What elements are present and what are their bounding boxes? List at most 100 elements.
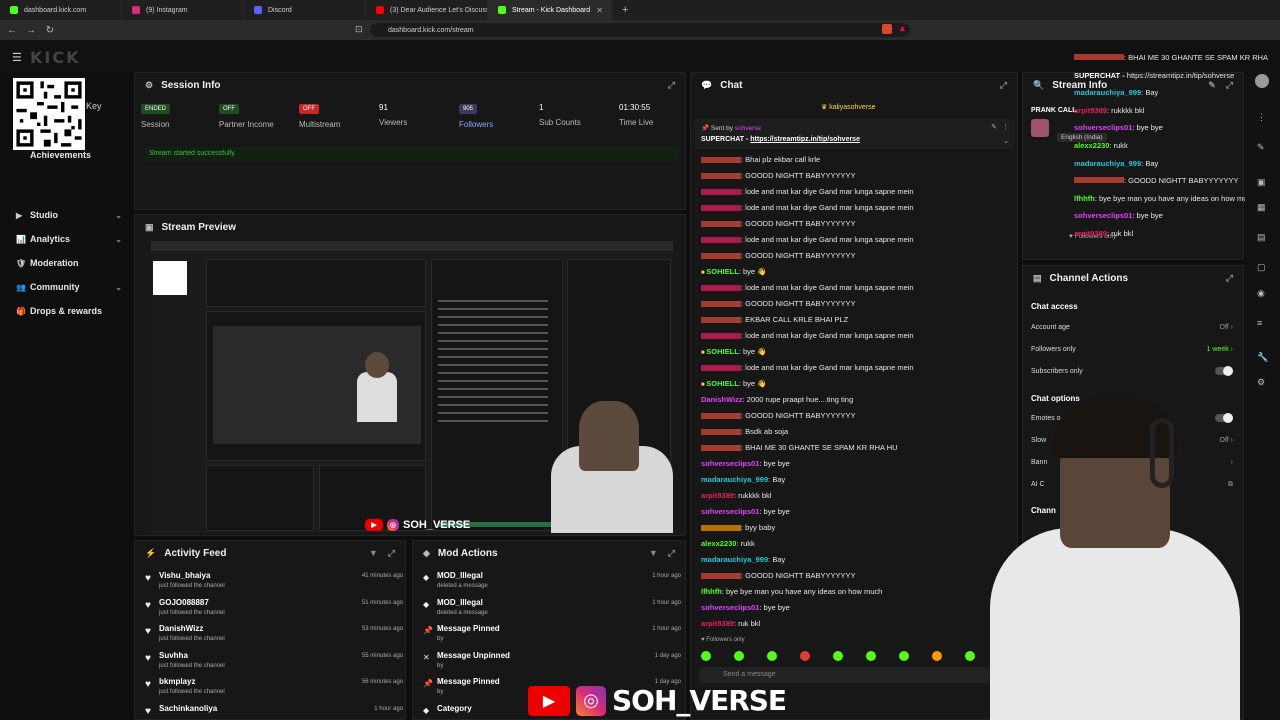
chat-message[interactable]: arpit9389: rukkkk bkl [701,491,771,500]
chat-message[interactable]: alexx2230: rukk [701,539,755,548]
sidebar-item-achievements[interactable]: Achievements [30,150,136,160]
address-bar[interactable]: dashboard.kick.com/stream [370,23,910,37]
chat-username[interactable] [701,221,741,228]
chat-username[interactable]: SOHIELL [706,379,739,388]
followers-only-row[interactable]: Followers only 1 week › [1031,346,1233,353]
chat-username[interactable] [701,173,741,180]
chat-input[interactable]: Send a message [699,667,1011,683]
feed-user[interactable]: Vishu_bhaiya [159,571,210,580]
chat-message[interactable]: : GOODD NIGHTT BABYYYYYYY [701,251,855,260]
superchat-link[interactable]: https://streamtipz.in/tip/sohverse [750,136,860,143]
expand-icon[interactable]: ⤢ [1226,273,1233,284]
emote-icon[interactable] [866,651,876,661]
more-icon[interactable]: ⋮ [1002,123,1009,131]
chat-message[interactable]: : lode and mat kar diye Gand mar lunga s… [701,203,914,212]
feed-user[interactable]: GOJO088887 [159,598,209,607]
chat-message[interactable]: sohverseclips01: bye bye [701,507,790,516]
chat-username[interactable] [701,573,741,580]
sidebar-item-studio[interactable]: ▶ Studio ⌄ [16,210,122,220]
chat-message[interactable]: madarauchiya_999: Bay [701,475,785,484]
chat-message[interactable]: lfhhfh: bye bye man you have any ideas o… [701,587,882,596]
filter-icon[interactable]: ▼ [649,548,658,559]
chat-username[interactable]: arpit9389 [701,491,734,500]
chat-username[interactable] [701,333,741,340]
chat-message[interactable]: madarauchiya_999: Bay [701,555,785,564]
chat-message[interactable]: : lode and mat kar diye Gand mar lunga s… [701,331,914,340]
panel-icon[interactable]: ▣ [1257,177,1266,188]
more-icon[interactable]: ⋮ [1257,112,1266,123]
emote-icon[interactable] [932,651,942,661]
chat-username[interactable]: SOHIELL [706,267,739,276]
chevron-down-icon[interactable]: ⌄ [1003,137,1009,145]
chat-username[interactable] [701,301,741,308]
browser-tab[interactable]: Discord [244,0,366,20]
kick-logo[interactable]: KICK [30,48,81,67]
feed-user[interactable]: Sachinkanoliya [159,704,217,713]
feed-user[interactable]: DanishWizz [159,624,203,633]
forward-icon[interactable]: → [24,25,38,36]
back-icon[interactable]: ← [5,25,19,36]
edit-icon[interactable]: ✎ [1208,80,1216,91]
chat-message[interactable]: sohverseclips01: bye bye [701,459,790,468]
chat-message[interactable]: : BHAI ME 30 GHANTE SE SPAM KR RHA HU [701,443,898,452]
chat-message[interactable]: : lode and mat kar diye Gand mar lunga s… [701,283,914,292]
chat-message[interactable]: : Bhai plz ekbar call krle [701,155,820,164]
chat-username[interactable]: lfhhfh [701,587,722,596]
window-icon[interactable]: ▢ [1257,262,1266,273]
sidebar-item-moderation[interactable]: 🛡 Moderation [16,258,122,268]
chat-username[interactable] [701,189,741,196]
chat-username[interactable]: madarauchiya_999 [701,555,768,564]
chat-username[interactable]: SOHIELL [706,347,739,356]
extension-icon-2[interactable]: ▲ [898,23,907,33]
chat-username[interactable] [701,413,741,420]
emote-icon[interactable] [833,651,843,661]
filter-icon[interactable]: ▼ [369,548,378,559]
chat-username[interactable] [701,445,741,452]
stream-preview-video[interactable]: ▶ ◎ SOH_VERSE [151,241,673,533]
menu-icon[interactable]: ☰ [12,51,22,64]
extension-icon[interactable] [882,24,892,34]
emote-icon[interactable] [734,651,744,661]
chat-message[interactable]: : GOODD NIGHTT BABYYYYYYY [701,571,855,580]
chat-username[interactable] [701,157,741,164]
chat-message[interactable]: arpit9389: ruk bkl [701,619,760,628]
bookmark-icon[interactable]: ⊡ [355,24,363,35]
browser-tab[interactable]: Stream - Kick Dashboard ✕ [488,0,612,20]
chat-username[interactable] [701,237,741,244]
chat-username[interactable]: arpit9389 [701,619,734,628]
chat-username[interactable] [701,285,741,292]
chat-message[interactable]: DanishWizz: 2000 rupe praapt hue....ting… [701,395,853,404]
chat-message[interactable]: : GOODD NIGHTT BABYYYYYYY [701,219,855,228]
chat-message[interactable]: : GOODD NIGHTT BABYYYYYYY [701,171,855,180]
chat-message[interactable]: : GOODD NIGHTT BABYYYYYYY [701,299,855,308]
emote-icon[interactable] [965,651,975,661]
new-tab-button[interactable]: + [612,4,638,16]
expand-icon[interactable]: ⤢ [1000,80,1007,91]
pencil-icon[interactable]: ✎ [1257,142,1265,153]
chat-message[interactable]: : EKBAR CALL KRLE BHAI PLZ [701,315,848,324]
expand-icon[interactable]: ⤢ [1226,80,1233,91]
chat-message[interactable]: sohverseclips01: bye bye [701,603,790,612]
chat-username[interactable]: madarauchiya_999 [701,475,768,484]
grid-icon[interactable]: ▦ [1257,202,1266,213]
chat-username[interactable] [701,525,741,532]
chat-message[interactable]: ■ SOHIELL: bye 👋 [701,379,767,388]
subscribers-only-toggle[interactable] [1215,366,1233,376]
chat-username[interactable] [701,205,741,212]
chat-message[interactable]: ■ SOHIELL: bye 👋 [701,267,767,276]
chat-username[interactable]: sohverseclips01 [701,603,759,612]
emote-icon[interactable] [701,651,711,661]
chat-username[interactable]: alexx2230 [701,539,736,548]
chat-username[interactable]: sohverseclips01 [701,459,759,468]
chat-username[interactable] [701,317,741,324]
layout-icon[interactable]: ▤ [1257,232,1266,243]
browser-tab[interactable]: (9) Instagram [122,0,244,20]
chat-username[interactable] [701,429,741,436]
chat-message[interactable]: : byy baby [701,523,775,532]
chat-username[interactable]: sohverseclips01 [701,507,759,516]
feed-user[interactable]: bkmplayz [159,677,195,686]
wrench-icon[interactable]: 🔧 [1257,352,1268,363]
browser-tab[interactable]: dashboard.kick.com [0,0,122,20]
avatar[interactable] [1255,74,1269,88]
chat-message[interactable]: : lode and mat kar diye Gand mar lunga s… [701,235,914,244]
